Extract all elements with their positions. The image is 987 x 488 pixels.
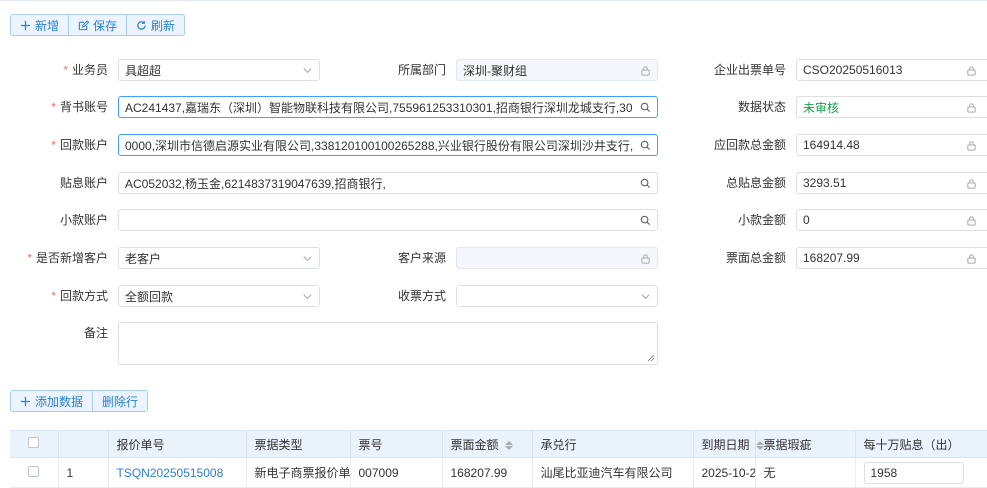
discount-total-field: 3293.51 <box>796 172 987 194</box>
header-discount-per-100k: 每十万贴息（出） <box>855 430 987 458</box>
main-toolbar: 新增 保存 刷新 <box>10 14 186 36</box>
receive-method-select[interactable] <box>456 285 658 307</box>
chevron-down-icon <box>639 290 651 302</box>
endorse-account-label: * 背书账号 <box>51 100 108 114</box>
defect-cell: 无 <box>755 457 856 488</box>
lock-icon <box>965 177 977 189</box>
bill-no-cell: 007009 <box>350 457 443 488</box>
table-header-row: 报价单号 票据类型 票号 票面金额 承兑行 到期日期 票据瑕疵 每十万贴息（出） <box>10 430 987 458</box>
repay-method-label: * 回款方式 <box>51 289 108 303</box>
header-bill-no: 票号 <box>350 430 443 458</box>
row-index: 1 <box>58 457 109 488</box>
small-amount-field: 0 <box>796 209 987 231</box>
discount-account-label: 贴息账户 <box>59 176 108 190</box>
chevron-down-icon <box>301 64 313 76</box>
data-status-field: 未审核 <box>796 96 987 118</box>
save-button-label: 保存 <box>93 18 118 33</box>
lock-icon <box>965 64 977 76</box>
sort-icon[interactable] <box>755 440 764 450</box>
endorse-account-input[interactable]: AC241437,嘉瑞东（深圳）智能物联科技有限公司,7559612533103… <box>118 96 658 118</box>
lock-icon <box>965 139 977 151</box>
resize-handle-icon[interactable] <box>647 354 655 362</box>
lock-icon <box>639 64 651 76</box>
due-date-cell: 2025-10-25 <box>693 457 756 488</box>
index-header <box>58 430 109 458</box>
status-badge: 未审核 <box>803 100 840 115</box>
refresh-icon <box>137 20 146 30</box>
face-total-label: 票面总金额 <box>725 251 786 265</box>
invoice-no-label: 企业出票单号 <box>713 63 786 77</box>
search-icon[interactable] <box>639 177 651 189</box>
discount-per-100k-cell: 1958 <box>855 457 987 488</box>
delete-row-button[interactable]: 删除行 <box>93 391 148 411</box>
receivable-total-label: 应回款总金额 <box>713 138 786 152</box>
lock-icon <box>965 101 977 113</box>
select-all-checkbox-cell[interactable] <box>10 430 59 458</box>
small-account-input[interactable] <box>118 209 658 231</box>
delete-row-label: 删除行 <box>102 394 139 409</box>
discount-account-input[interactable]: AC052032,杨玉金,6214837319047639,招商银行, <box>118 172 658 194</box>
row-checkbox[interactable] <box>28 465 40 477</box>
small-account-label: 小款账户 <box>59 213 108 227</box>
acceptor-cell: 汕尾比亚迪汽车有限公司 <box>532 457 694 488</box>
salesman-label: * 业务员 <box>63 63 108 77</box>
receivable-total-field: 164914.48 <box>796 134 987 156</box>
refresh-button[interactable]: 刷新 <box>127 15 185 35</box>
search-icon[interactable] <box>639 101 651 113</box>
sort-icon[interactable] <box>504 440 513 450</box>
repay-account-input[interactable]: 0000,深圳市信德启源实业有限公司,338120100100265288,兴业… <box>118 134 658 156</box>
header-due-date[interactable]: 到期日期 <box>693 430 764 458</box>
search-icon[interactable] <box>639 214 651 226</box>
repay-account-label: * 回款账户 <box>51 138 108 152</box>
new-customer-label: * 是否新增客户 <box>27 251 108 265</box>
table-toolbar: 添加数据 删除行 <box>10 390 149 412</box>
header-bill-type: 票据类型 <box>246 430 351 458</box>
invoice-no-field: CSO20250516013 <box>796 59 987 81</box>
add-data-button[interactable]: 添加数据 <box>11 391 94 411</box>
lock-icon <box>965 252 977 264</box>
face-total-field: 168207.99 <box>796 247 987 269</box>
department-label: 所属部门 <box>397 63 446 77</box>
chevron-down-icon <box>301 252 313 264</box>
select-all-checkbox[interactable] <box>28 437 40 448</box>
plus-icon <box>20 396 31 406</box>
remark-textarea[interactable] <box>118 322 658 365</box>
chevron-down-icon <box>301 290 313 302</box>
row-checkbox-cell[interactable] <box>10 457 59 488</box>
new-customer-select[interactable]: 老客户 <box>118 247 320 269</box>
repay-method-select[interactable]: 全额回款 <box>118 285 320 307</box>
add-button-label: 新增 <box>35 18 60 33</box>
refresh-button-label: 刷新 <box>151 18 176 33</box>
discount-per-100k-input[interactable]: 1958 <box>863 461 964 484</box>
table-row[interactable]: 1 TSQN20250515008 新电子商票报价单 007009 168207… <box>10 457 987 488</box>
data-status-label: 数据状态 <box>737 100 786 114</box>
header-acceptor: 承兑行 <box>532 430 694 458</box>
customer-source-label: 客户来源 <box>397 251 446 265</box>
header-face-amount[interactable]: 票面金额 <box>442 430 533 458</box>
add-button[interactable]: 新增 <box>11 15 70 35</box>
header-defect: 票据瑕疵 <box>755 430 856 458</box>
customer-source-field <box>456 247 658 269</box>
discount-total-label: 总贴息金额 <box>725 176 786 190</box>
header-quote-no: 报价单号 <box>108 430 247 458</box>
add-data-label: 添加数据 <box>35 394 84 409</box>
bill-table: 报价单号 票据类型 票号 票面金额 承兑行 到期日期 票据瑕疵 每十万贴息（出）… <box>10 430 987 488</box>
quote-no-link[interactable]: TSQN20250515008 <box>108 457 247 488</box>
lock-icon <box>965 214 977 226</box>
remark-label: 备注 <box>83 326 108 340</box>
save-button[interactable]: 保存 <box>69 15 128 35</box>
bill-type-cell: 新电子商票报价单 <box>246 457 351 488</box>
plus-icon <box>20 20 31 30</box>
face-amount-cell: 168207.99 <box>442 457 533 488</box>
edit-icon <box>78 19 90 30</box>
department-field: 深圳-聚财组 <box>456 59 658 81</box>
search-icon[interactable] <box>639 139 651 151</box>
salesman-select[interactable]: 具超超 <box>118 59 320 81</box>
lock-icon <box>639 252 651 264</box>
receive-method-label: 收票方式 <box>397 289 446 303</box>
small-amount-label: 小款金额 <box>737 213 786 227</box>
top-divider <box>0 0 987 1</box>
